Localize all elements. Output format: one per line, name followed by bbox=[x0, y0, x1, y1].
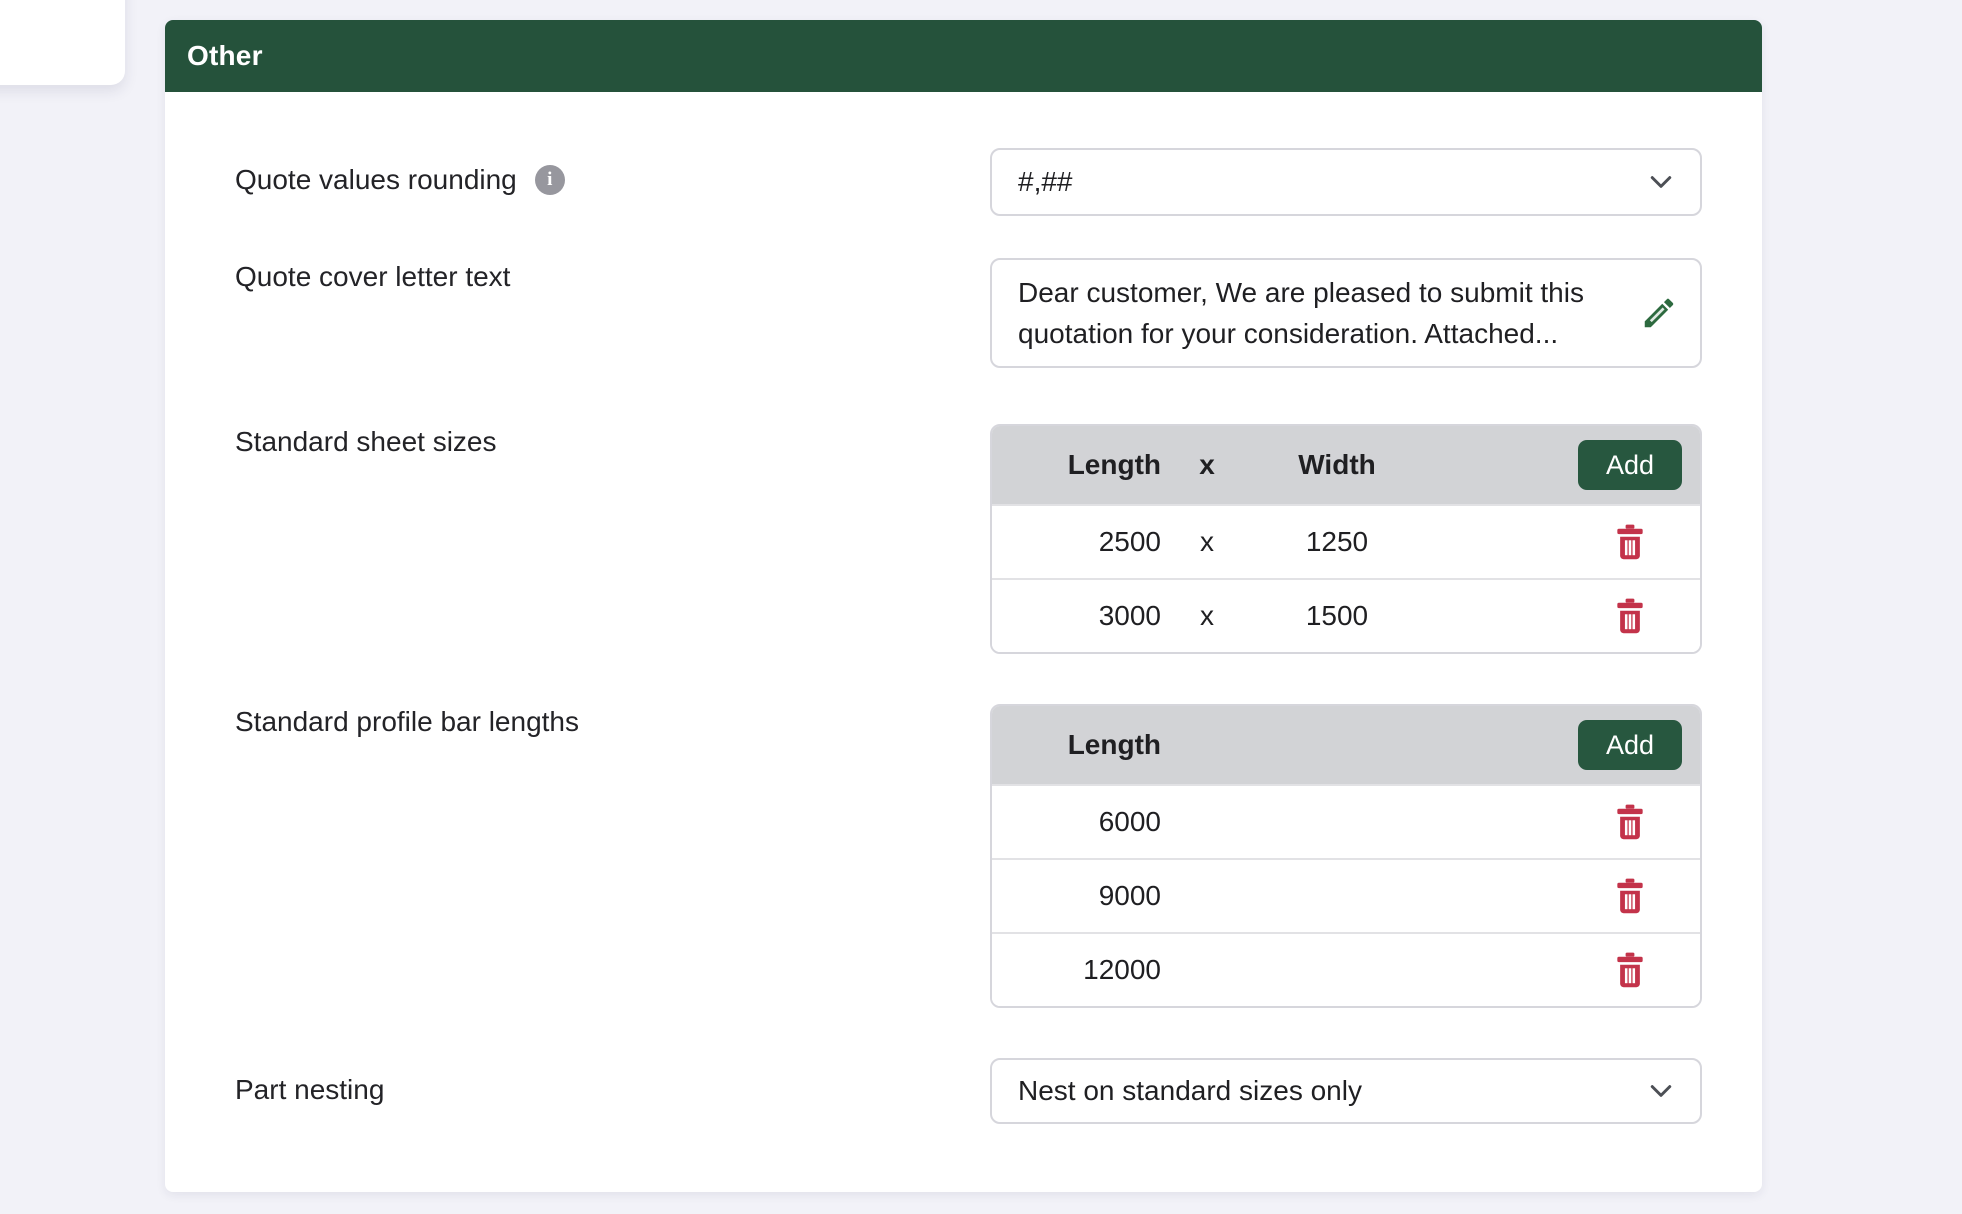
info-icon[interactable]: i bbox=[535, 165, 565, 195]
label-text: Standard profile bar lengths bbox=[235, 705, 579, 739]
delete-bar-length-button[interactable] bbox=[1610, 950, 1650, 990]
sheet-width-value: 1500 bbox=[1232, 600, 1442, 632]
header-action-cell: Add bbox=[1560, 440, 1700, 490]
bar-length-value: 6000 bbox=[992, 806, 1182, 838]
standard-profile-bar-lengths-label: Standard profile bar lengths bbox=[235, 705, 579, 739]
chevron-down-icon bbox=[1646, 167, 1676, 197]
sheet-sizes-table: Length x Width Add 2500 x 1250 bbox=[990, 424, 1702, 654]
sheet-sizes-table-header: Length x Width Add bbox=[992, 426, 1700, 504]
column-header-x: x bbox=[1182, 449, 1232, 481]
row-action-cell bbox=[1560, 596, 1700, 636]
table-row: 12000 bbox=[992, 932, 1700, 1006]
quote-rounding-select[interactable]: #,## bbox=[990, 148, 1702, 216]
delete-sheet-size-button[interactable] bbox=[1610, 522, 1650, 562]
table-row: 6000 bbox=[992, 784, 1700, 858]
sheet-width-value: 1250 bbox=[1232, 526, 1442, 558]
delete-bar-length-button[interactable] bbox=[1610, 876, 1650, 916]
table-row: 3000 x 1500 bbox=[992, 578, 1700, 652]
trash-icon bbox=[1614, 524, 1646, 560]
settings-page: Other Quote values rounding i #,## Quote… bbox=[0, 0, 1962, 1214]
other-settings-card: Other Quote values rounding i #,## Quote… bbox=[165, 20, 1762, 1192]
sheet-length-value: 2500 bbox=[992, 526, 1182, 558]
part-nesting-select[interactable]: Nest on standard sizes only bbox=[990, 1058, 1702, 1124]
standard-sheet-sizes-label: Standard sheet sizes bbox=[235, 425, 497, 459]
sheet-length-value: 3000 bbox=[992, 600, 1182, 632]
partial-card bbox=[0, 0, 125, 85]
add-sheet-size-button[interactable]: Add bbox=[1578, 440, 1682, 490]
add-bar-length-button[interactable]: Add bbox=[1578, 720, 1682, 770]
column-header-width: Width bbox=[1232, 449, 1442, 481]
sheet-x-separator: x bbox=[1182, 600, 1232, 632]
label-text: Quote values rounding bbox=[235, 163, 517, 197]
trash-icon bbox=[1614, 804, 1646, 840]
row-action-cell bbox=[1560, 522, 1700, 562]
delete-sheet-size-button[interactable] bbox=[1610, 596, 1650, 636]
row-action-cell bbox=[1560, 802, 1700, 842]
label-text: Part nesting bbox=[235, 1073, 384, 1107]
sheet-x-separator: x bbox=[1182, 526, 1232, 558]
label-text: Quote cover letter text bbox=[235, 260, 510, 294]
part-nesting-value: Nest on standard sizes only bbox=[1018, 1075, 1646, 1107]
card-header: Other bbox=[165, 20, 1762, 92]
bar-lengths-table: Length Add 6000 bbox=[990, 704, 1702, 1008]
quote-rounding-value: #,## bbox=[1018, 166, 1646, 198]
row-action-cell bbox=[1560, 950, 1700, 990]
card-title: Other bbox=[187, 40, 263, 72]
trash-icon bbox=[1614, 952, 1646, 988]
quote-cover-letter-label: Quote cover letter text bbox=[235, 260, 510, 294]
quote-values-rounding-label: Quote values rounding i bbox=[235, 163, 565, 197]
header-action-cell: Add bbox=[1560, 720, 1700, 770]
edit-pencil-icon[interactable] bbox=[1640, 294, 1678, 332]
trash-icon bbox=[1614, 598, 1646, 634]
quote-cover-letter-text: Dear customer, We are pleased to submit … bbox=[1018, 272, 1640, 354]
table-row: 2500 x 1250 bbox=[992, 504, 1700, 578]
delete-bar-length-button[interactable] bbox=[1610, 802, 1650, 842]
table-row: 9000 bbox=[992, 858, 1700, 932]
bar-lengths-table-header: Length Add bbox=[992, 706, 1700, 784]
part-nesting-label: Part nesting bbox=[235, 1073, 384, 1107]
column-header-length: Length bbox=[992, 449, 1182, 481]
label-text: Standard sheet sizes bbox=[235, 425, 497, 459]
quote-cover-letter-box[interactable]: Dear customer, We are pleased to submit … bbox=[990, 258, 1702, 368]
chevron-down-icon bbox=[1646, 1076, 1676, 1106]
trash-icon bbox=[1614, 878, 1646, 914]
row-action-cell bbox=[1560, 876, 1700, 916]
bar-length-value: 9000 bbox=[992, 880, 1182, 912]
bar-length-value: 12000 bbox=[992, 954, 1182, 986]
column-header-length: Length bbox=[992, 729, 1182, 761]
